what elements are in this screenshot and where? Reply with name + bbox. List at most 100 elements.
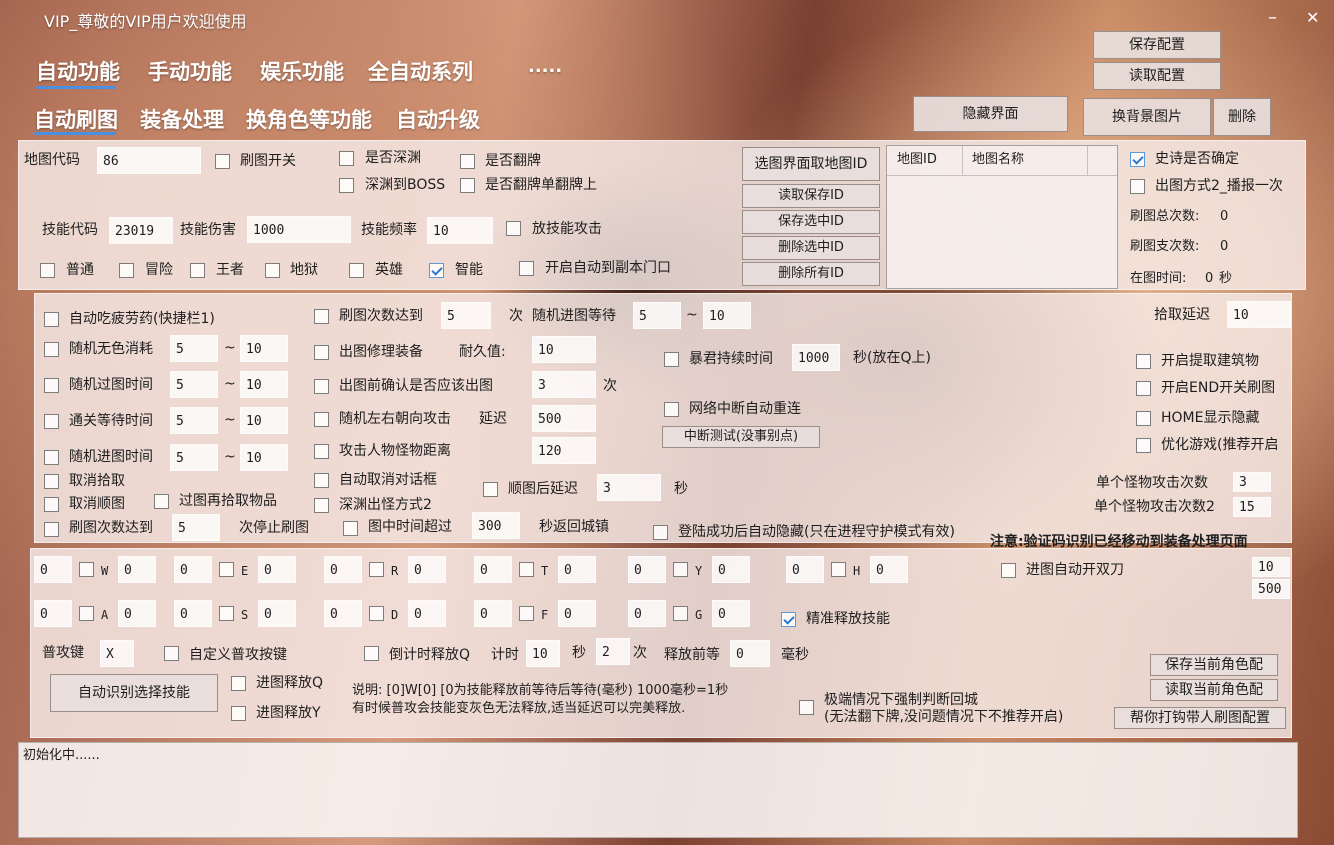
load-role-config-button[interactable]: 读取当前角色配 — [1150, 679, 1278, 701]
durability-input[interactable]: 10 — [532, 336, 596, 363]
abyss-checkbox[interactable] — [339, 151, 354, 166]
flip-single-checkbox[interactable] — [460, 178, 475, 193]
subtab-switch-role[interactable]: 换角色等功能 — [246, 104, 372, 134]
cancel-pick-checkbox[interactable] — [44, 474, 59, 489]
difficulty-king-checkbox[interactable] — [190, 263, 205, 278]
pre-wait-input[interactable]: 0 — [628, 600, 666, 627]
dual-blade-checkbox[interactable] — [1001, 563, 1016, 578]
force-return-checkbox[interactable] — [799, 700, 814, 715]
rand-dir-checkbox[interactable] — [314, 412, 329, 427]
stop-after-input[interactable]: 5 — [172, 514, 220, 541]
subtab-equipment[interactable]: 装备处理 — [140, 104, 224, 134]
skill-key-checkbox[interactable] — [369, 562, 384, 577]
pre-wait-input[interactable]: 0 — [474, 600, 512, 627]
tyrant-checkbox[interactable] — [664, 352, 679, 367]
delete-background-button[interactable]: 删除 — [1213, 98, 1271, 136]
hide-ui-button[interactable]: 隐藏界面 — [913, 96, 1068, 132]
clear-wait-checkbox[interactable] — [44, 414, 59, 429]
difficulty-smart-checkbox[interactable] — [429, 263, 444, 278]
post-wait-input[interactable]: 0 — [712, 600, 750, 627]
normal-key-input[interactable]: X — [100, 640, 134, 667]
difficulty-hero-checkbox[interactable] — [349, 263, 364, 278]
pre-wait-input[interactable]: 0 — [324, 600, 362, 627]
close-icon[interactable]: ✕ — [1306, 8, 1319, 28]
delete-selected-id-button[interactable]: 删除选中ID — [742, 236, 880, 260]
tyrant-input[interactable]: 1000 — [792, 344, 840, 371]
skill-key-checkbox[interactable] — [79, 606, 94, 621]
count-reach-input[interactable]: 5 — [441, 302, 491, 329]
save-selected-id-button[interactable]: 保存选中ID — [742, 210, 880, 234]
brush-switch-checkbox[interactable] — [215, 154, 230, 169]
timer-input[interactable]: 10 — [526, 640, 560, 667]
rand-enter-checkbox[interactable] — [44, 450, 59, 465]
help-config-button[interactable]: 帮你打钩带人刷图配置 — [1114, 707, 1286, 729]
skill-key-checkbox[interactable] — [519, 562, 534, 577]
column-map-id[interactable]: 地图ID — [897, 150, 937, 170]
rand-pass-max-input[interactable]: 10 — [240, 371, 288, 398]
rand-nocolor-checkbox[interactable] — [44, 342, 59, 357]
rand-enter-wait-max-input[interactable]: 10 — [703, 302, 751, 329]
auto-potion-checkbox[interactable] — [44, 312, 59, 327]
minimize-icon[interactable]: – — [1268, 8, 1277, 28]
pre-wait-input[interactable]: 0 — [628, 556, 666, 583]
pre-wait-input[interactable]: 0 — [34, 600, 72, 627]
delete-all-id-button[interactable]: 删除所有ID — [742, 262, 880, 286]
rand-nocolor-max-input[interactable]: 10 — [240, 335, 288, 362]
pre-wait-input[interactable]: 0 — [786, 556, 824, 583]
pick-delay-input[interactable]: 10 — [1227, 301, 1291, 328]
pick-after-checkbox[interactable] — [154, 494, 169, 509]
post-wait-input[interactable]: 0 — [712, 556, 750, 583]
confirm-out-checkbox[interactable] — [314, 379, 329, 394]
enter-y-checkbox[interactable] — [231, 706, 246, 721]
read-saved-id-button[interactable]: 读取保存ID — [742, 184, 880, 208]
auto-door-checkbox[interactable] — [519, 261, 534, 276]
subtab-auto-brush[interactable]: 自动刷图 — [34, 104, 118, 134]
map-code-input[interactable]: 86 — [97, 147, 201, 174]
pre-wait-input[interactable]: 0 — [174, 600, 212, 627]
skill-key-checkbox[interactable] — [673, 562, 688, 577]
pre-wait-input[interactable]: 0 — [34, 556, 72, 583]
log-area[interactable]: 初始化中...... — [18, 742, 1298, 838]
seq-delay-input[interactable]: 3 — [597, 474, 661, 501]
skill-key-checkbox[interactable] — [519, 606, 534, 621]
subtab-auto-level[interactable]: 自动升级 — [396, 104, 480, 134]
tab-full-auto[interactable]: 全自动系列 — [368, 56, 473, 86]
skill-key-checkbox[interactable] — [219, 606, 234, 621]
in-map-over-input[interactable]: 300 — [472, 512, 520, 539]
skill-key-checkbox[interactable] — [831, 562, 846, 577]
auto-skill-button[interactable]: 自动识别选择技能 — [50, 674, 218, 712]
rand-pass-min-input[interactable]: 5 — [170, 371, 218, 398]
load-config-button[interactable]: 读取配置 — [1093, 62, 1221, 90]
skill-key-checkbox[interactable] — [673, 606, 688, 621]
precise-checkbox[interactable] — [781, 612, 796, 627]
net-retry-checkbox[interactable] — [664, 402, 679, 417]
attack-dist-input[interactable]: 120 — [532, 437, 596, 464]
pre-wait-input[interactable]: 0 — [474, 556, 512, 583]
abyss-boss-checkbox[interactable] — [339, 178, 354, 193]
count-reach-checkbox[interactable] — [314, 309, 329, 324]
save-config-button[interactable]: 保存配置 — [1093, 31, 1221, 59]
auto-hide-checkbox[interactable] — [653, 525, 668, 540]
confirm-out-input[interactable]: 3 — [532, 371, 596, 398]
net-test-button[interactable]: 中断测试(没事别点) — [662, 426, 820, 448]
skill-damage-input[interactable]: 1000 — [247, 216, 351, 243]
post-wait-input[interactable]: 0 — [558, 556, 596, 583]
repair-checkbox[interactable] — [314, 345, 329, 360]
mon-atk2-input[interactable]: 15 — [1233, 497, 1271, 517]
delay-input[interactable]: 500 — [532, 405, 596, 432]
enter-q-checkbox[interactable] — [231, 676, 246, 691]
difficulty-adventure-checkbox[interactable] — [119, 263, 134, 278]
tab-more[interactable]: ..... — [528, 56, 562, 77]
difficulty-hell-checkbox[interactable] — [265, 263, 280, 278]
rand-enter-wait-min-input[interactable]: 5 — [633, 302, 681, 329]
skill-key-checkbox[interactable] — [79, 562, 94, 577]
auto-dialog-checkbox[interactable] — [314, 473, 329, 488]
skill-key-checkbox[interactable] — [369, 606, 384, 621]
out-mode2-checkbox[interactable] — [1130, 179, 1145, 194]
skill-code-input[interactable]: 23019 — [109, 217, 173, 244]
stop-after-checkbox[interactable] — [44, 522, 59, 537]
skill-attack-checkbox[interactable] — [506, 221, 521, 236]
pre-wait-input[interactable]: 0 — [174, 556, 212, 583]
dual-blade-input-2[interactable]: 500 — [1252, 579, 1290, 599]
post-wait-input[interactable]: 0 — [118, 556, 156, 583]
